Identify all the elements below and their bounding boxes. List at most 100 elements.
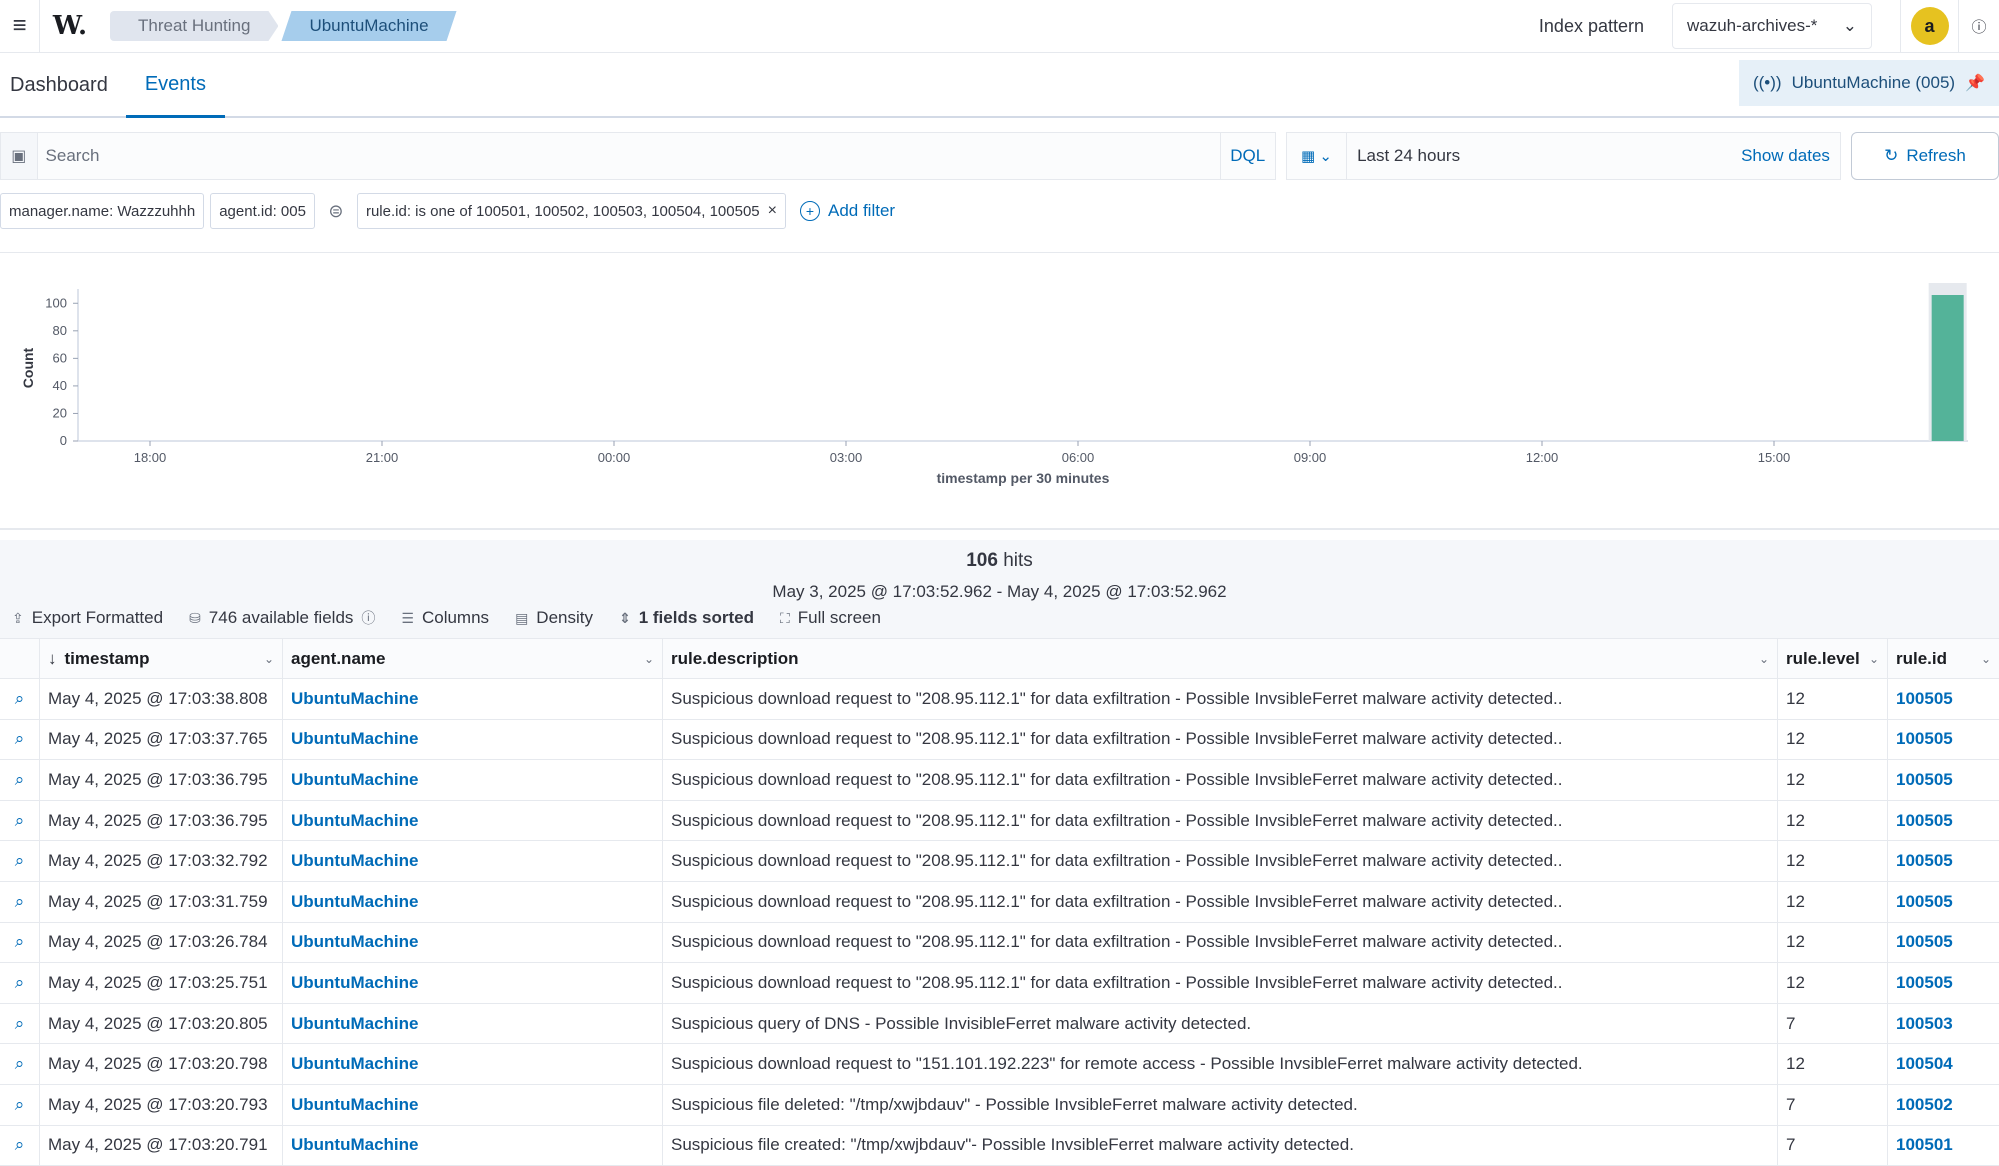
- cell-agent-name[interactable]: UbuntuMachine: [283, 1003, 663, 1044]
- cell-rule-id[interactable]: 100505: [1888, 801, 1999, 841]
- cell-agent-name[interactable]: UbuntuMachine: [283, 922, 663, 963]
- sort-button[interactable]: ⇕ 1 fields sorted: [619, 608, 754, 628]
- breadcrumb-ubuntumachine[interactable]: UbuntuMachine: [281, 11, 456, 41]
- cell-timestamp: May 4, 2025 @ 17:03:20.798: [40, 1044, 283, 1084]
- inspect-document-icon[interactable]: ⌕: [0, 800, 40, 841]
- table-row: ⌕ May 4, 2025 @ 17:03:36.795 UbuntuMachine…: [0, 760, 1999, 801]
- cell-timestamp: May 4, 2025 @ 17:03:20.793: [40, 1084, 283, 1125]
- pin-icon[interactable]: 📌: [1965, 73, 1985, 93]
- table-header: ↓ timestamp ⌄ agent.name ⌄ rule.description…: [0, 639, 1999, 679]
- cell-rule-description: Suspicious download request to "151.101.…: [663, 1044, 1778, 1084]
- agent-selector[interactable]: ((•)) UbuntuMachine (005) 📌: [1738, 60, 1999, 106]
- cell-agent-name[interactable]: UbuntuMachine: [283, 1125, 663, 1166]
- x-tick-label: 18:00: [134, 450, 167, 465]
- index-pattern-label: Index pattern: [1538, 15, 1644, 36]
- cell-agent-name[interactable]: UbuntuMachine: [283, 1044, 663, 1084]
- x-tick-label: 21:00: [366, 450, 399, 465]
- inspect-document-icon[interactable]: ⌕: [0, 760, 40, 800]
- dql-toggle[interactable]: DQL: [1219, 132, 1276, 180]
- cell-rule-id[interactable]: 100505: [1888, 679, 1999, 719]
- column-header-timestamp[interactable]: ↓ timestamp ⌄: [40, 639, 283, 678]
- column-header-agent-name[interactable]: agent.name ⌄: [283, 639, 663, 678]
- columns-button[interactable]: ☰ Columns: [401, 608, 489, 628]
- cell-rule-id[interactable]: 100505: [1888, 963, 1999, 1003]
- cell-agent-name[interactable]: UbuntuMachine: [283, 760, 663, 800]
- cell-rule-description: Suspicious file deleted: "/tmp/xwjbdauv"…: [663, 1084, 1778, 1125]
- export-button[interactable]: ⇪ Export Formatted: [12, 608, 163, 628]
- chevron-down-icon: ⌄: [263, 651, 274, 666]
- help-icon[interactable]: ⓘ: [1959, 16, 1999, 37]
- date-range[interactable]: Last 24 hours Show dates: [1347, 132, 1841, 180]
- cell-rule-id[interactable]: 100502: [1888, 1085, 1999, 1125]
- close-icon[interactable]: ×: [768, 202, 777, 220]
- index-pattern-select[interactable]: wazuh-archives-* ⌄: [1672, 3, 1872, 49]
- tabs-bar: Dashboard Events ((•)) UbuntuMachine (00…: [0, 54, 1999, 118]
- cell-rule-level: 12: [1778, 679, 1888, 719]
- table-row: ⌕ May 4, 2025 @ 17:03:31.759 UbuntuMachine…: [0, 881, 1999, 923]
- header-spacer: [0, 639, 40, 678]
- fullscreen-button[interactable]: ⛶ Full screen: [780, 608, 881, 628]
- saved-query-icon[interactable]: ▣: [0, 132, 38, 180]
- column-header-rule-description[interactable]: rule.description ⌄: [663, 639, 1778, 678]
- cell-rule-id[interactable]: 100505: [1888, 760, 1999, 800]
- cell-agent-name[interactable]: UbuntuMachine: [283, 841, 663, 881]
- cell-rule-id[interactable]: 100505: [1888, 720, 1999, 760]
- tab-dashboard[interactable]: Dashboard: [0, 54, 118, 116]
- cell-rule-id[interactable]: 100505: [1888, 882, 1999, 922]
- column-header-rule-level[interactable]: rule.level ⌄: [1778, 639, 1888, 678]
- chevron-down-icon: ⌄: [1980, 651, 1991, 666]
- x-tick-label: 12:00: [1526, 450, 1559, 465]
- cell-rule-level: 12: [1778, 922, 1888, 963]
- chevron-down-icon: ⌄: [643, 651, 654, 666]
- inspect-document-icon[interactable]: ⌕: [0, 963, 40, 1003]
- cell-rule-id[interactable]: 100501: [1888, 1126, 1999, 1166]
- column-header-rule-id[interactable]: rule.id ⌄: [1888, 639, 1999, 678]
- cell-agent-name[interactable]: UbuntuMachine: [283, 963, 663, 1003]
- agent-name: UbuntuMachine (005): [1791, 73, 1956, 92]
- inspect-document-icon[interactable]: ⌕: [0, 1044, 40, 1084]
- calendar-icon[interactable]: ▦ ⌄: [1285, 132, 1348, 180]
- logo[interactable]: W.: [40, 11, 100, 41]
- inspect-document-icon[interactable]: ⌕: [0, 841, 40, 881]
- cell-agent-name[interactable]: UbuntuMachine: [283, 881, 663, 922]
- cell-agent-name[interactable]: UbuntuMachine: [283, 679, 663, 719]
- refresh-button[interactable]: ↻ Refresh: [1850, 132, 1999, 180]
- cell-rule-description: Suspicious download request to "208.95.1…: [663, 841, 1778, 881]
- cell-agent-name[interactable]: UbuntuMachine: [283, 800, 663, 841]
- cell-rule-description: Suspicious download request to "208.95.1…: [663, 963, 1778, 1003]
- breadcrumb-threat-hunting[interactable]: Threat Hunting: [110, 11, 278, 41]
- add-filter-button[interactable]: + Add filter: [799, 201, 895, 221]
- cell-rule-id[interactable]: 100503: [1888, 1004, 1999, 1044]
- refresh-icon: ↻: [1884, 146, 1899, 165]
- search-input[interactable]: Search: [37, 132, 1220, 180]
- inspect-document-icon[interactable]: ⌕: [0, 1084, 40, 1125]
- tab-events[interactable]: Events: [125, 54, 225, 118]
- inspect-document-icon[interactable]: ⌕: [0, 679, 40, 719]
- cell-agent-name[interactable]: UbuntuMachine: [283, 1084, 663, 1125]
- density-button[interactable]: ▤ Density: [515, 608, 593, 628]
- menu-icon[interactable]: ≡: [0, 0, 40, 53]
- inspect-document-icon[interactable]: ⌕: [0, 881, 40, 922]
- available-fields-button[interactable]: ⛁ 746 available fields ⓘ: [189, 608, 375, 628]
- sort-desc-icon: ↓: [48, 648, 57, 668]
- filter-pill-rule[interactable]: rule.id: is one of 100501, 100502, 10050…: [356, 193, 786, 229]
- show-dates-button[interactable]: Show dates: [1741, 146, 1830, 166]
- inspect-document-icon[interactable]: ⌕: [0, 1003, 40, 1044]
- cell-rule-level: 12: [1778, 881, 1888, 922]
- filter-options-icon[interactable]: ⊜: [321, 201, 351, 222]
- y-tick-label: 20: [53, 405, 67, 420]
- filter-pill-manager[interactable]: manager.name: Wazzzuhhh: [0, 193, 205, 229]
- cell-rule-id[interactable]: 100505: [1888, 841, 1999, 881]
- fullscreen-icon: ⛶: [779, 609, 790, 626]
- index-pattern-value: wazuh-archives-*: [1687, 16, 1818, 35]
- avatar[interactable]: a: [1910, 7, 1949, 45]
- inspect-document-icon[interactable]: ⌕: [0, 1125, 40, 1166]
- table-row: ⌕ May 4, 2025 @ 17:03:20.805 UbuntuMachine…: [0, 1003, 1999, 1045]
- inspect-document-icon[interactable]: ⌕: [0, 719, 40, 760]
- cell-rule-id[interactable]: 100504: [1888, 1044, 1999, 1084]
- chevron-down-icon: ⌄: [1758, 651, 1769, 666]
- cell-rule-id[interactable]: 100505: [1888, 923, 1999, 963]
- cell-agent-name[interactable]: UbuntuMachine: [283, 719, 663, 760]
- filter-pill-agent[interactable]: agent.id: 005: [210, 193, 315, 229]
- inspect-document-icon[interactable]: ⌕: [0, 922, 40, 963]
